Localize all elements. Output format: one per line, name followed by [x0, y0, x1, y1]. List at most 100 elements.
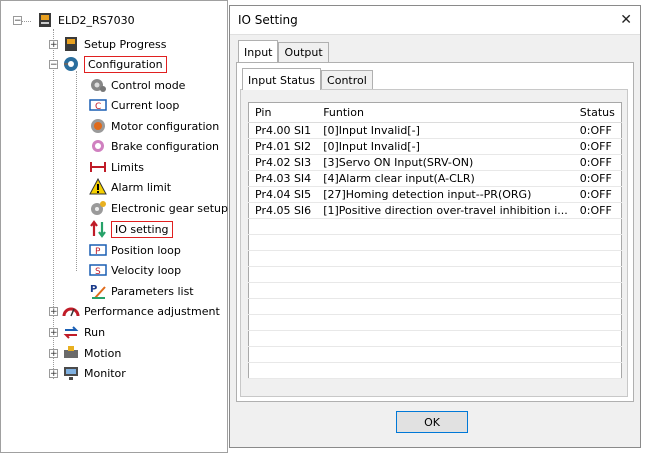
table-row[interactable]: [248, 234, 622, 251]
pin-cell: Pr4.05 SI6: [248, 202, 318, 219]
table-row[interactable]: [248, 218, 622, 235]
tree-item-label: Monitor: [84, 366, 126, 380]
function-cell: [0]Input Invalid[-]: [317, 138, 574, 155]
empty-cell: [573, 314, 622, 331]
tree-item-label: Performance adjustment: [84, 304, 220, 318]
table-row[interactable]: [248, 298, 622, 315]
tree-root-label: ELD2_RS7030: [58, 13, 135, 27]
tree-item-current-loop[interactable]: C Current loop: [89, 95, 179, 115]
expand-toggle[interactable]: +: [49, 327, 58, 337]
sub-tabs: Input Status Control: [242, 68, 373, 90]
tree-item-brake-configuration[interactable]: Brake configuration: [89, 136, 219, 156]
ok-button[interactable]: OK: [396, 411, 468, 433]
tree-item-motor-configuration[interactable]: Motor configuration: [89, 116, 219, 136]
tree-item-label: Setup Progress: [84, 37, 167, 51]
collapse-toggle[interactable]: −: [13, 15, 22, 25]
column-header-function[interactable]: Funtion: [317, 102, 574, 123]
parameters-icon: P: [89, 282, 107, 300]
motor-icon: [89, 117, 107, 135]
tree-item-label: Run: [84, 325, 106, 339]
tree-item-performance-adjustment[interactable]: + Performance adjustment: [49, 301, 220, 321]
tree-item-setup-progress[interactable]: + Setup Progress: [49, 34, 166, 54]
empty-cell: [317, 330, 574, 347]
tree-item-label: Velocity loop: [111, 263, 182, 277]
table-row[interactable]: [248, 266, 622, 283]
expand-toggle[interactable]: +: [49, 368, 58, 378]
dialog-title: IO Setting: [238, 13, 298, 27]
status-cell: 0:OFF: [573, 202, 622, 219]
collapse-toggle[interactable]: −: [49, 59, 58, 69]
empty-cell: [317, 266, 574, 283]
table-row[interactable]: Pr4.05 SI6 [1]Positive direction over-tra…: [248, 202, 622, 219]
tree-item-configuration[interactable]: − Configuration: [49, 54, 167, 74]
dialog-titlebar[interactable]: IO Setting ✕: [230, 6, 640, 35]
table-row[interactable]: [248, 346, 622, 363]
device-icon: [36, 11, 54, 29]
io-arrows-icon: [89, 220, 107, 238]
tab-output[interactable]: Output: [278, 42, 329, 62]
expand-toggle[interactable]: +: [49, 39, 58, 49]
tree-item-io-setting[interactable]: IO setting: [89, 219, 173, 239]
close-icon[interactable]: ✕: [620, 12, 632, 28]
empty-cell: [248, 346, 318, 363]
table-row[interactable]: Pr4.04 SI5 [27]Homing detection input--PR…: [248, 186, 622, 203]
empty-cell: [248, 266, 318, 283]
tree-item-alarm-limit[interactable]: Alarm limit: [89, 177, 171, 197]
table-row[interactable]: Pr4.00 SI1 [0]Input Invalid[-] 0:OFF: [248, 122, 622, 139]
table-row[interactable]: [248, 314, 622, 331]
function-cell: [27]Homing detection input--PR(ORG): [317, 186, 574, 203]
velocity-loop-icon: S: [89, 261, 107, 279]
table-row[interactable]: [248, 282, 622, 299]
tree-item-label: Limits: [111, 160, 144, 174]
expand-toggle[interactable]: +: [49, 348, 58, 358]
empty-cell: [317, 282, 574, 299]
expand-toggle[interactable]: +: [49, 306, 58, 316]
column-header-status[interactable]: Status: [573, 102, 622, 123]
project-tree[interactable]: − ELD2_RS7030 + Setup Progress − Configu…: [0, 0, 228, 453]
empty-cell: [317, 298, 574, 315]
status-cell: 0:OFF: [573, 138, 622, 155]
tree-item-label: Control mode: [111, 78, 186, 92]
io-status-table[interactable]: Pin Funtion Status Pr4.00 SI1 [0]Input In…: [248, 102, 622, 379]
top-tabs: Input Output: [238, 40, 329, 62]
empty-cell: [317, 218, 574, 235]
limits-icon: [89, 158, 107, 176]
tab-input[interactable]: Input: [238, 40, 279, 62]
tree-item-parameters-list[interactable]: P Parameters list: [89, 281, 194, 301]
pin-cell: Pr4.04 SI5: [248, 186, 318, 203]
tree-item-label: Current loop: [111, 98, 180, 112]
tree-item-motion[interactable]: + Motion: [49, 343, 121, 363]
empty-cell: [573, 282, 622, 299]
svg-text:P: P: [90, 284, 97, 295]
pin-cell: Pr4.00 SI1: [248, 122, 318, 139]
function-cell: [1]Positive direction over-travel inhibi…: [317, 202, 574, 219]
tree-item-run[interactable]: + Run: [49, 322, 105, 342]
table-row[interactable]: [248, 362, 622, 379]
tree-item-velocity-loop[interactable]: S Velocity loop: [89, 260, 181, 280]
tree-item-limits[interactable]: Limits: [89, 157, 144, 177]
tree-item-label: Position loop: [111, 243, 181, 257]
tab-control[interactable]: Control: [321, 70, 373, 90]
tree-item-monitor[interactable]: + Monitor: [49, 363, 126, 383]
table-row[interactable]: Pr4.02 SI3 [3]Servo ON Input(SRV-ON) 0:OFF: [248, 154, 622, 171]
svg-text:C: C: [95, 102, 101, 112]
table-row[interactable]: [248, 330, 622, 347]
empty-cell: [573, 298, 622, 315]
table-row[interactable]: Pr4.03 SI4 [4]Alarm clear input(A-CLR) 0:O…: [248, 170, 622, 187]
tree-item-position-loop[interactable]: P Position loop: [89, 240, 181, 260]
status-cell: 0:OFF: [573, 154, 622, 171]
io-setting-dialog: IO Setting ✕ Input Output Input Status C…: [229, 5, 641, 448]
tree-root[interactable]: − ELD2_RS7030: [13, 10, 135, 30]
svg-text:S: S: [95, 267, 101, 277]
tab-input-status[interactable]: Input Status: [242, 68, 322, 90]
empty-cell: [317, 362, 574, 379]
table-row[interactable]: Pr4.01 SI2 [0]Input Invalid[-] 0:OFF: [248, 138, 622, 155]
column-header-pin[interactable]: Pin: [248, 102, 318, 123]
monitor-icon: [62, 364, 80, 382]
configuration-icon: [62, 55, 80, 73]
tree-item-control-mode[interactable]: Control mode: [89, 75, 185, 95]
table-row[interactable]: [248, 250, 622, 267]
function-cell: [4]Alarm clear input(A-CLR): [317, 170, 574, 187]
tree-item-electronic-gear-setup[interactable]: Electronic gear setup: [89, 198, 228, 218]
control-mode-icon: [89, 76, 107, 94]
